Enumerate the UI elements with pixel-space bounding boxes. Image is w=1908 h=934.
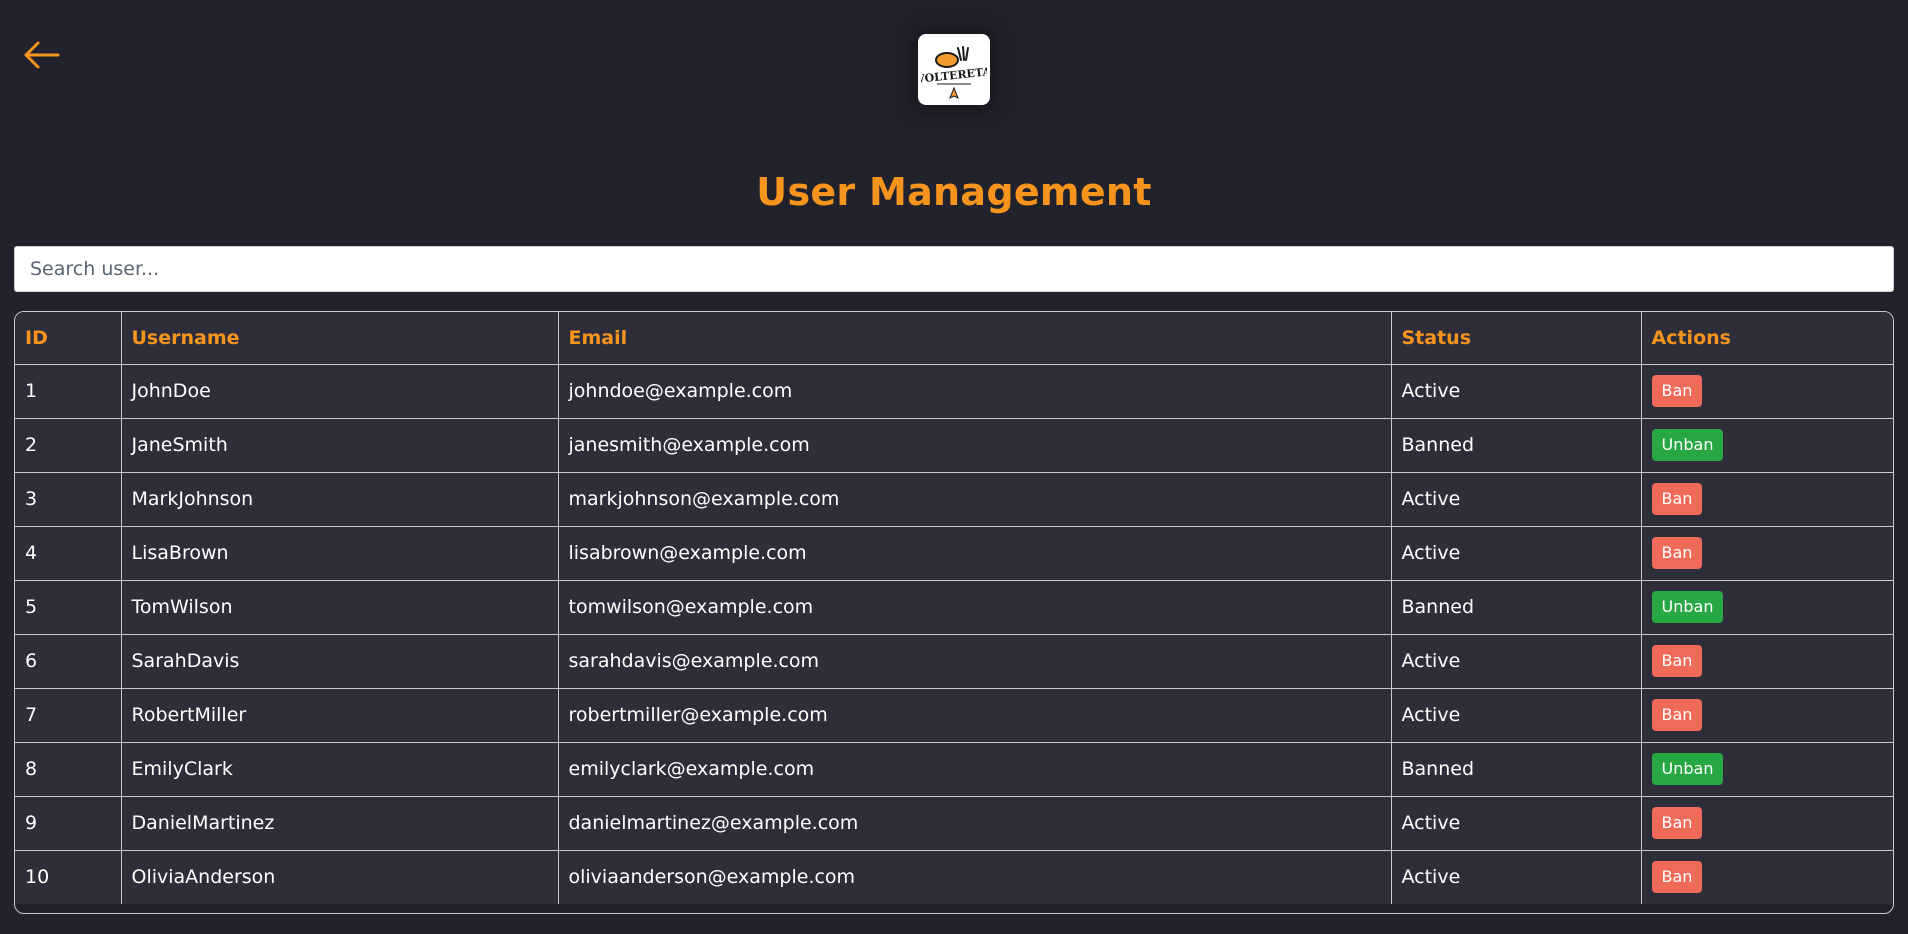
user-id: 6 — [15, 634, 122, 689]
volteretea-logo-icon: VOLTERETA — [921, 45, 987, 99]
table-row: 6 SarahDavis sarahdavis@example.com Acti… — [15, 634, 1893, 689]
user-actions: Unban — [1641, 742, 1893, 797]
user-actions: Ban — [1641, 526, 1893, 581]
page-title: User Management — [756, 170, 1152, 214]
back-button[interactable] — [22, 38, 62, 72]
ban-button[interactable]: Ban — [1651, 537, 1703, 569]
user-actions: Ban — [1641, 364, 1893, 419]
user-email: emilyclark@example.com — [558, 742, 1392, 797]
users-table-container: ID Username Email Status Actions 1 JohnD… — [14, 311, 1894, 914]
user-username: MarkJohnson — [121, 472, 559, 527]
svg-text:VOLTERETA: VOLTERETA — [921, 65, 987, 86]
user-status: Active — [1391, 526, 1642, 581]
user-id: 3 — [15, 472, 122, 527]
user-management-page: VOLTERETA User Management ID Username Em… — [0, 0, 1908, 934]
user-actions: Ban — [1641, 850, 1893, 904]
table-row: 10 OliviaAnderson oliviaanderson@example… — [15, 850, 1893, 904]
table-row: 5 TomWilson tomwilson@example.com Banned… — [15, 580, 1893, 635]
user-id: 5 — [15, 580, 122, 635]
unban-button[interactable]: Unban — [1651, 591, 1724, 623]
user-id: 10 — [15, 850, 122, 904]
column-header-email: Email — [558, 312, 1392, 365]
user-status: Banned — [1391, 418, 1642, 473]
user-id: 2 — [15, 418, 122, 473]
table-row: 8 EmilyClark emilyclark@example.com Bann… — [15, 742, 1893, 797]
user-actions: Unban — [1641, 580, 1893, 635]
user-status: Active — [1391, 796, 1642, 851]
users-table: ID Username Email Status Actions 1 JohnD… — [15, 312, 1893, 904]
user-id: 9 — [15, 796, 122, 851]
column-header-status: Status — [1391, 312, 1642, 365]
user-username: JaneSmith — [121, 418, 559, 473]
user-email: markjohnson@example.com — [558, 472, 1392, 527]
user-status: Active — [1391, 472, 1642, 527]
user-actions: Ban — [1641, 688, 1893, 743]
user-username: TomWilson — [121, 580, 559, 635]
user-username: LisaBrown — [121, 526, 559, 581]
ban-button[interactable]: Ban — [1651, 645, 1703, 677]
user-username: EmilyClark — [121, 742, 559, 797]
user-username: OliviaAnderson — [121, 850, 559, 904]
user-actions: Unban — [1641, 418, 1893, 473]
ban-button[interactable]: Ban — [1651, 807, 1703, 839]
user-username: RobertMiller — [121, 688, 559, 743]
search-input[interactable] — [14, 246, 1894, 292]
table-row: 7 RobertMiller robertmiller@example.com … — [15, 688, 1893, 743]
table-row: 1 JohnDoe johndoe@example.com Active Ban — [15, 364, 1893, 419]
column-header-id: ID — [15, 312, 122, 365]
table-row: 9 DanielMartinez danielmartinez@example.… — [15, 796, 1893, 851]
ban-button[interactable]: Ban — [1651, 375, 1703, 407]
unban-button[interactable]: Unban — [1651, 429, 1724, 461]
user-status: Banned — [1391, 580, 1642, 635]
ban-button[interactable]: Ban — [1651, 483, 1703, 515]
table-row: 4 LisaBrown lisabrown@example.com Active… — [15, 526, 1893, 581]
brand-logo: VOLTERETA — [918, 34, 990, 105]
column-header-username: Username — [121, 312, 559, 365]
user-actions: Ban — [1641, 796, 1893, 851]
user-status: Active — [1391, 850, 1642, 904]
user-email: danielmartinez@example.com — [558, 796, 1392, 851]
arrow-left-icon — [24, 41, 60, 69]
column-header-actions: Actions — [1641, 312, 1893, 365]
table-row: 3 MarkJohnson markjohnson@example.com Ac… — [15, 472, 1893, 527]
user-id: 4 — [15, 526, 122, 581]
user-actions: Ban — [1641, 634, 1893, 689]
user-username: DanielMartinez — [121, 796, 559, 851]
user-id: 8 — [15, 742, 122, 797]
user-email: johndoe@example.com — [558, 364, 1392, 419]
user-email: lisabrown@example.com — [558, 526, 1392, 581]
user-username: JohnDoe — [121, 364, 559, 419]
user-email: oliviaanderson@example.com — [558, 850, 1392, 904]
user-actions: Ban — [1641, 472, 1893, 527]
user-id: 1 — [15, 364, 122, 419]
unban-button[interactable]: Unban — [1651, 753, 1724, 785]
table-header-row: ID Username Email Status Actions — [15, 312, 1893, 365]
ban-button[interactable]: Ban — [1651, 699, 1703, 731]
user-email: tomwilson@example.com — [558, 580, 1392, 635]
user-status: Active — [1391, 364, 1642, 419]
user-id: 7 — [15, 688, 122, 743]
user-email: robertmiller@example.com — [558, 688, 1392, 743]
user-email: sarahdavis@example.com — [558, 634, 1392, 689]
ban-button[interactable]: Ban — [1651, 861, 1703, 894]
user-status: Banned — [1391, 742, 1642, 797]
user-status: Active — [1391, 634, 1642, 689]
user-email: janesmith@example.com — [558, 418, 1392, 473]
user-status: Active — [1391, 688, 1642, 743]
user-username: SarahDavis — [121, 634, 559, 689]
table-row: 2 JaneSmith janesmith@example.com Banned… — [15, 418, 1893, 473]
